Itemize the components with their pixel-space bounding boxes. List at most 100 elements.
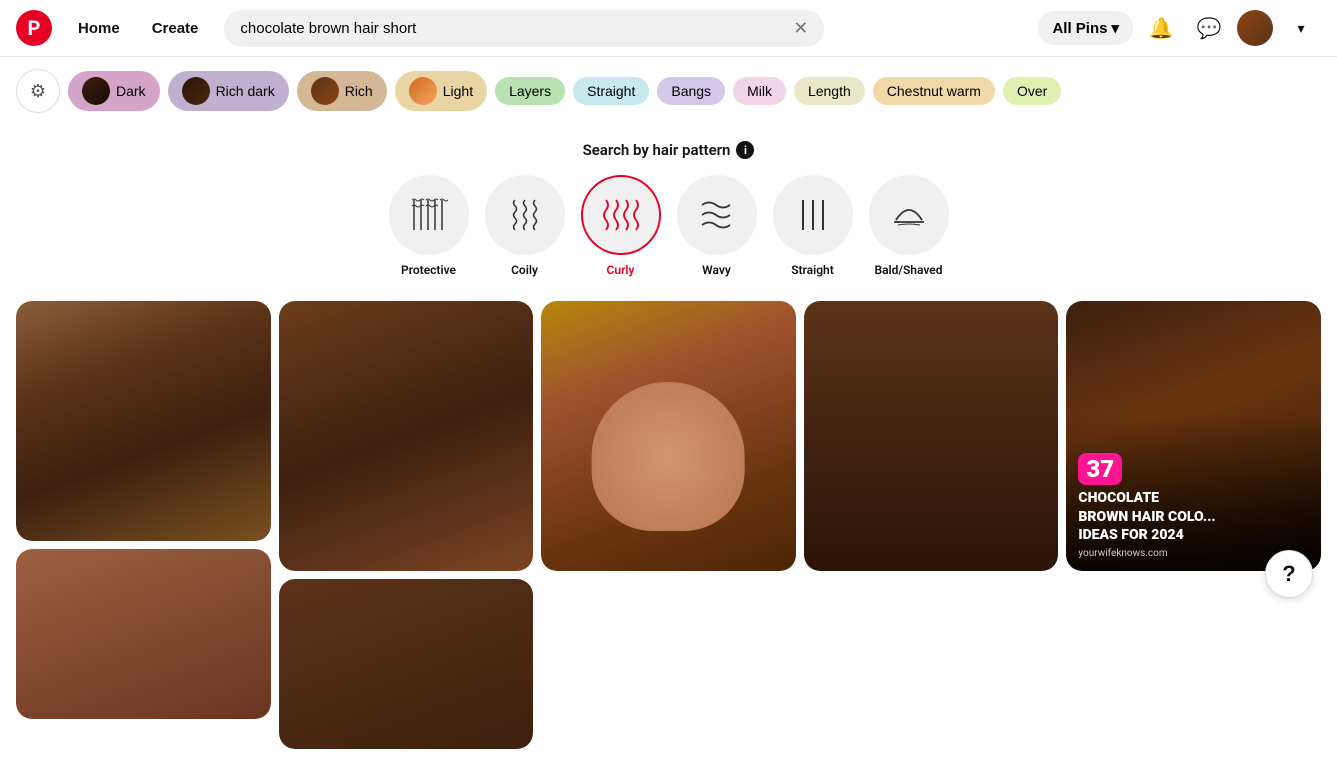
chip-length-label: Length (808, 83, 851, 99)
pin-col-2 (541, 301, 796, 749)
chip-over[interactable]: Over (1003, 77, 1061, 105)
pin-col-4: 37 CHOCOLATE BROWN HAIR COLO... IDEAS FO… (1066, 301, 1321, 749)
chip-light-avatar (409, 77, 437, 105)
pattern-wavy[interactable]: Wavy (677, 175, 757, 277)
pin-image-2 (279, 301, 534, 571)
chip-straight[interactable]: Straight (573, 77, 649, 105)
app-header: P Home Create ✕ All Pins ▾ 🔔 💬 ▾ (0, 0, 1337, 57)
protective-label: Protective (401, 263, 456, 277)
pin-card-3[interactable] (541, 301, 796, 571)
pin-image-4 (804, 301, 1059, 571)
pin-5-overlay-text: CHOCOLATE BROWN HAIR COLO... IDEAS FOR 2… (1078, 489, 1309, 544)
pin-image-6 (16, 549, 271, 719)
chip-rich[interactable]: Rich (297, 71, 387, 111)
chip-light-label: Light (443, 83, 473, 99)
chip-layers-label: Layers (509, 83, 551, 99)
pin-card-5[interactable]: 37 CHOCOLATE BROWN HAIR COLO... IDEAS FO… (1066, 301, 1321, 571)
pattern-curly[interactable]: Curly (581, 175, 661, 277)
chip-rich-dark-avatar (182, 77, 210, 105)
chip-straight-label: Straight (587, 83, 635, 99)
pin-image-3 (541, 301, 796, 571)
nav-create[interactable]: Create (138, 12, 213, 45)
chip-milk[interactable]: Milk (733, 77, 786, 105)
header-right: All Pins ▾ 🔔 💬 ▾ (1038, 8, 1321, 48)
chevron-down-icon: ▾ (1297, 20, 1304, 37)
straight-label: Straight (791, 263, 834, 277)
pin-col-1 (279, 301, 534, 749)
nav-home[interactable]: Home (64, 12, 134, 45)
filter-bar: ⚙ Dark Rich dark Rich Light Layers Strai… (0, 57, 1337, 125)
filter-icon-button[interactable]: ⚙ (16, 69, 60, 113)
chip-rich-dark-label: Rich dark (216, 83, 275, 99)
account-dropdown-button[interactable]: ▾ (1281, 8, 1321, 48)
sliders-icon: ⚙ (30, 81, 46, 102)
wavy-circle (677, 175, 757, 255)
chip-rich-avatar (311, 77, 339, 105)
search-bar: ✕ (224, 10, 824, 47)
protective-circle (389, 175, 469, 255)
coily-label: Coily (511, 263, 538, 277)
pin-card-6[interactable] (16, 549, 271, 719)
curly-icon (596, 190, 646, 240)
pin-card-1[interactable] (16, 301, 271, 541)
pattern-bald-shaved[interactable]: Bald/Shaved (869, 175, 949, 277)
info-icon[interactable]: i (736, 141, 754, 159)
pin-5-badge-number: 37 (1086, 455, 1114, 483)
pin-image-7 (279, 579, 534, 749)
chip-rich-dark[interactable]: Rich dark (168, 71, 289, 111)
help-label: ? (1282, 561, 1295, 587)
pin-card-7[interactable] (279, 579, 534, 749)
all-pins-dropdown[interactable]: All Pins ▾ (1038, 11, 1133, 45)
chip-over-label: Over (1017, 83, 1047, 99)
pin-card-2[interactable] (279, 301, 534, 571)
chip-light[interactable]: Light (395, 71, 487, 111)
pin-grid: 37 CHOCOLATE BROWN HAIR COLO... IDEAS FO… (0, 293, 1337, 757)
messages-button[interactable]: 💬 (1189, 8, 1229, 48)
chevron-down-icon: ▾ (1111, 19, 1119, 37)
bald-icon (884, 190, 934, 240)
chip-layers[interactable]: Layers (495, 77, 565, 105)
protective-icon (404, 190, 454, 240)
pinterest-logo[interactable]: P (16, 10, 52, 46)
chip-chestnut-warm-label: Chestnut warm (887, 83, 981, 99)
search-clear-button[interactable]: ✕ (793, 18, 808, 39)
pattern-straight[interactable]: Straight (773, 175, 853, 277)
all-pins-label: All Pins (1052, 20, 1107, 37)
straight-circle (773, 175, 853, 255)
section-title: Search by hair pattern i (16, 141, 1321, 159)
curly-label: Curly (607, 263, 635, 277)
straight-icon (788, 190, 838, 240)
pattern-protective[interactable]: Protective (389, 175, 469, 277)
wavy-label: Wavy (702, 263, 731, 277)
help-button[interactable]: ? (1265, 550, 1313, 598)
chip-dark-avatar (82, 77, 110, 105)
account-avatar[interactable] (1237, 10, 1273, 46)
coily-circle (485, 175, 565, 255)
chip-dark-label: Dark (116, 83, 146, 99)
chip-milk-label: Milk (747, 83, 772, 99)
bald-label: Bald/Shaved (874, 263, 942, 277)
pattern-coily[interactable]: Coily (485, 175, 565, 277)
chip-chestnut-warm[interactable]: Chestnut warm (873, 77, 995, 105)
chat-icon: 💬 (1197, 16, 1222, 41)
bell-icon: 🔔 (1149, 16, 1174, 41)
hair-pattern-section: Search by hair pattern i (0, 125, 1337, 293)
pin-card-4[interactable] (804, 301, 1059, 571)
pin-col-3 (804, 301, 1059, 749)
wavy-icon (692, 190, 742, 240)
pin-image-5: 37 CHOCOLATE BROWN HAIR COLO... IDEAS FO… (1066, 301, 1321, 571)
chip-rich-label: Rich (345, 83, 373, 99)
search-input[interactable] (240, 20, 785, 37)
notifications-button[interactable]: 🔔 (1141, 8, 1181, 48)
chip-bangs[interactable]: Bangs (657, 77, 725, 105)
pattern-options: Protective Coily (16, 175, 1321, 277)
curly-circle (581, 175, 661, 255)
bald-circle (869, 175, 949, 255)
pin-col-0 (16, 301, 271, 749)
chip-bangs-label: Bangs (671, 83, 711, 99)
chip-dark[interactable]: Dark (68, 71, 160, 111)
main-nav: Home Create (64, 12, 212, 45)
chip-length[interactable]: Length (794, 77, 865, 105)
pin-image-1 (16, 301, 271, 541)
coily-icon (500, 190, 550, 240)
